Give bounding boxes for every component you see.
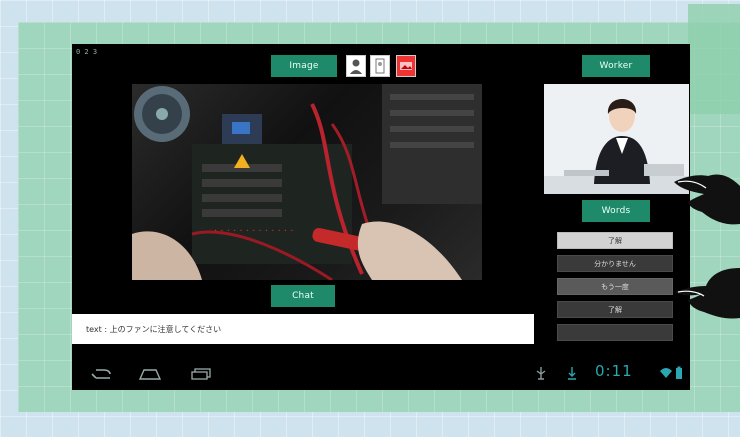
- word-button-1[interactable]: 了解: [557, 232, 673, 249]
- person-icon: [350, 59, 362, 74]
- pointing-hand-icon: [674, 174, 740, 225]
- word-button-3[interactable]: もう一度: [557, 278, 673, 295]
- pointing-hand-icon-2: [674, 268, 740, 319]
- wifi-icon: [660, 368, 672, 378]
- usb-icon: [536, 367, 546, 380]
- worker-webcam: [544, 84, 689, 194]
- home-icon[interactable]: [138, 368, 162, 380]
- tablet-screen: 0 2 3 Image Worker · · · · · · · · · · ·…: [72, 44, 690, 390]
- video-feed: · · · · · · · · · · · · ·: [132, 84, 482, 280]
- words-button[interactable]: Words: [582, 200, 650, 222]
- video-frame-image: · · · · · · · · · · · · ·: [132, 84, 482, 280]
- back-icon[interactable]: [90, 368, 112, 380]
- frame-counter: 0 2 3: [76, 48, 98, 56]
- image-icon: [400, 62, 412, 70]
- background-accent: [688, 4, 740, 114]
- worker-photo: [544, 84, 689, 194]
- recents-icon[interactable]: [190, 368, 212, 380]
- image-button[interactable]: Image: [271, 55, 337, 77]
- svg-text:· · · · · · · · · · · · ·: · · · · · · · · · · · · ·: [214, 226, 293, 237]
- status-clock: 0:11: [595, 362, 633, 380]
- worker-button[interactable]: Worker: [582, 55, 650, 77]
- thumbnail-person-2[interactable]: [370, 55, 390, 77]
- chat-message-field[interactable]: text : 上のファンに注意してください: [72, 314, 534, 344]
- thumbnail-person-1[interactable]: [346, 55, 366, 77]
- word-button-4[interactable]: 了解: [557, 301, 673, 318]
- chat-button[interactable]: Chat: [271, 285, 335, 307]
- figure-icon: [375, 58, 385, 74]
- download-icon: [568, 367, 576, 380]
- word-button-2[interactable]: 分かりません: [557, 255, 673, 272]
- battery-icon: [676, 366, 682, 379]
- thumbnail-image-3[interactable]: [396, 55, 416, 77]
- word-button-5[interactable]: [557, 324, 673, 341]
